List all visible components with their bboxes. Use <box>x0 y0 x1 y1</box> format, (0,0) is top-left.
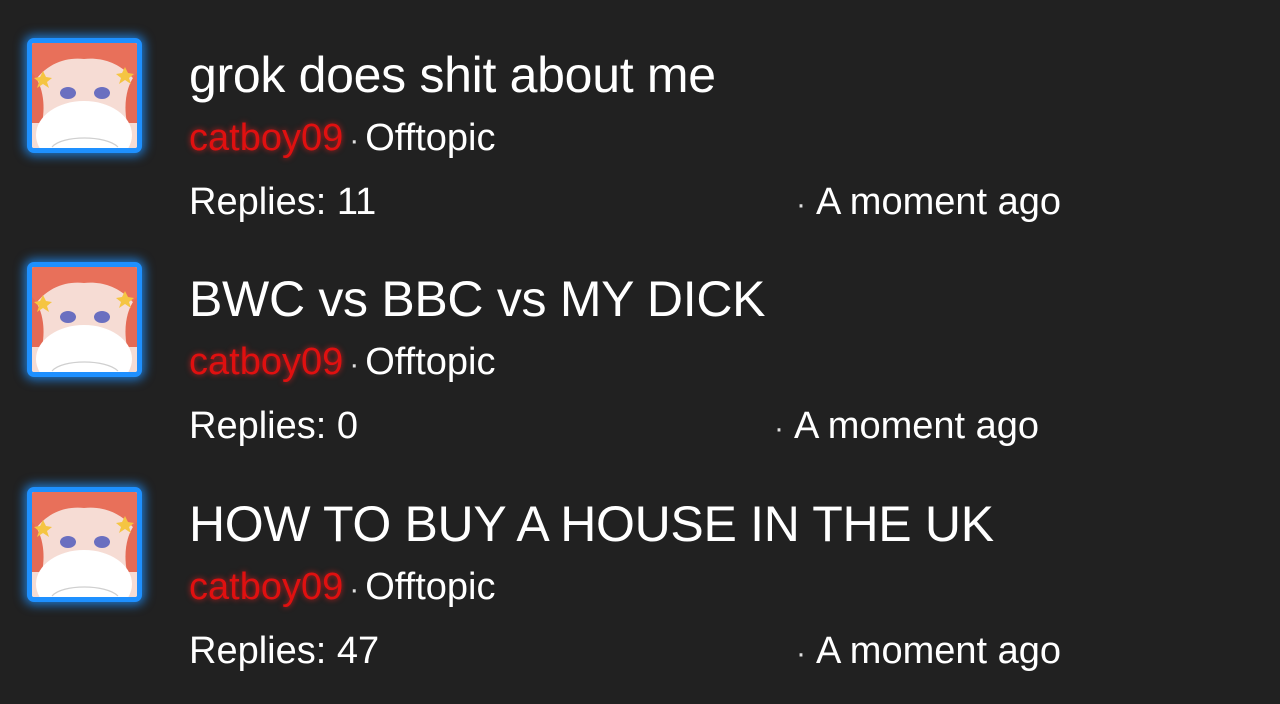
reply-count: Replies: 0 <box>189 405 358 447</box>
thread-title[interactable]: BWC vs BBC vs MY DICK <box>189 269 765 329</box>
separator: · <box>774 412 784 445</box>
thread-item[interactable]: BWC vs BBC vs MY DICK catboy09 · Offtopic … <box>0 224 1280 448</box>
thread-list: grok does shit about me catboy09 · Offtopi… <box>0 0 1280 704</box>
category-link[interactable]: Offtopic <box>365 566 495 608</box>
author-link[interactable]: catboy09 <box>189 117 343 159</box>
timestamp-label: A moment ago <box>816 630 1062 672</box>
thread-meta: catboy09 · Offtopic <box>189 340 496 387</box>
timestamp: · A moment ago <box>790 180 1061 227</box>
avatar[interactable] <box>27 487 142 602</box>
thread-title[interactable]: HOW TO BUY A HOUSE IN THE UK <box>189 494 994 554</box>
timestamp: · A moment ago <box>790 629 1061 676</box>
avatar[interactable] <box>27 262 142 377</box>
thread-meta: catboy09 · Offtopic <box>189 565 496 612</box>
reply-count: Replies: 47 <box>189 630 380 672</box>
separator: · <box>349 573 360 606</box>
thread-item[interactable]: grok does shit about me catboy09 · Offtopi… <box>0 0 1280 224</box>
avatar-image <box>32 43 137 148</box>
category-link[interactable]: Offtopic <box>365 117 495 159</box>
timestamp-label: A moment ago <box>794 405 1040 447</box>
separator: · <box>796 188 806 221</box>
author-link[interactable]: catboy09 <box>189 341 343 383</box>
author-link[interactable]: catboy09 <box>189 566 343 608</box>
timestamp: · A moment ago <box>768 404 1039 451</box>
separator: · <box>796 637 806 670</box>
category-link[interactable]: Offtopic <box>365 341 495 383</box>
separator: · <box>349 348 360 381</box>
separator: · <box>349 124 360 157</box>
avatar-image <box>32 267 137 372</box>
avatar[interactable] <box>27 38 142 153</box>
thread-meta: catboy09 · Offtopic <box>189 116 496 163</box>
thread-title[interactable]: grok does shit about me <box>189 45 716 105</box>
avatar-image <box>32 492 137 597</box>
thread-item[interactable]: HOW TO BUY A HOUSE IN THE UK catboy09 · Of… <box>0 449 1280 673</box>
timestamp-label: A moment ago <box>816 181 1062 223</box>
reply-count: Replies: 11 <box>189 181 377 223</box>
